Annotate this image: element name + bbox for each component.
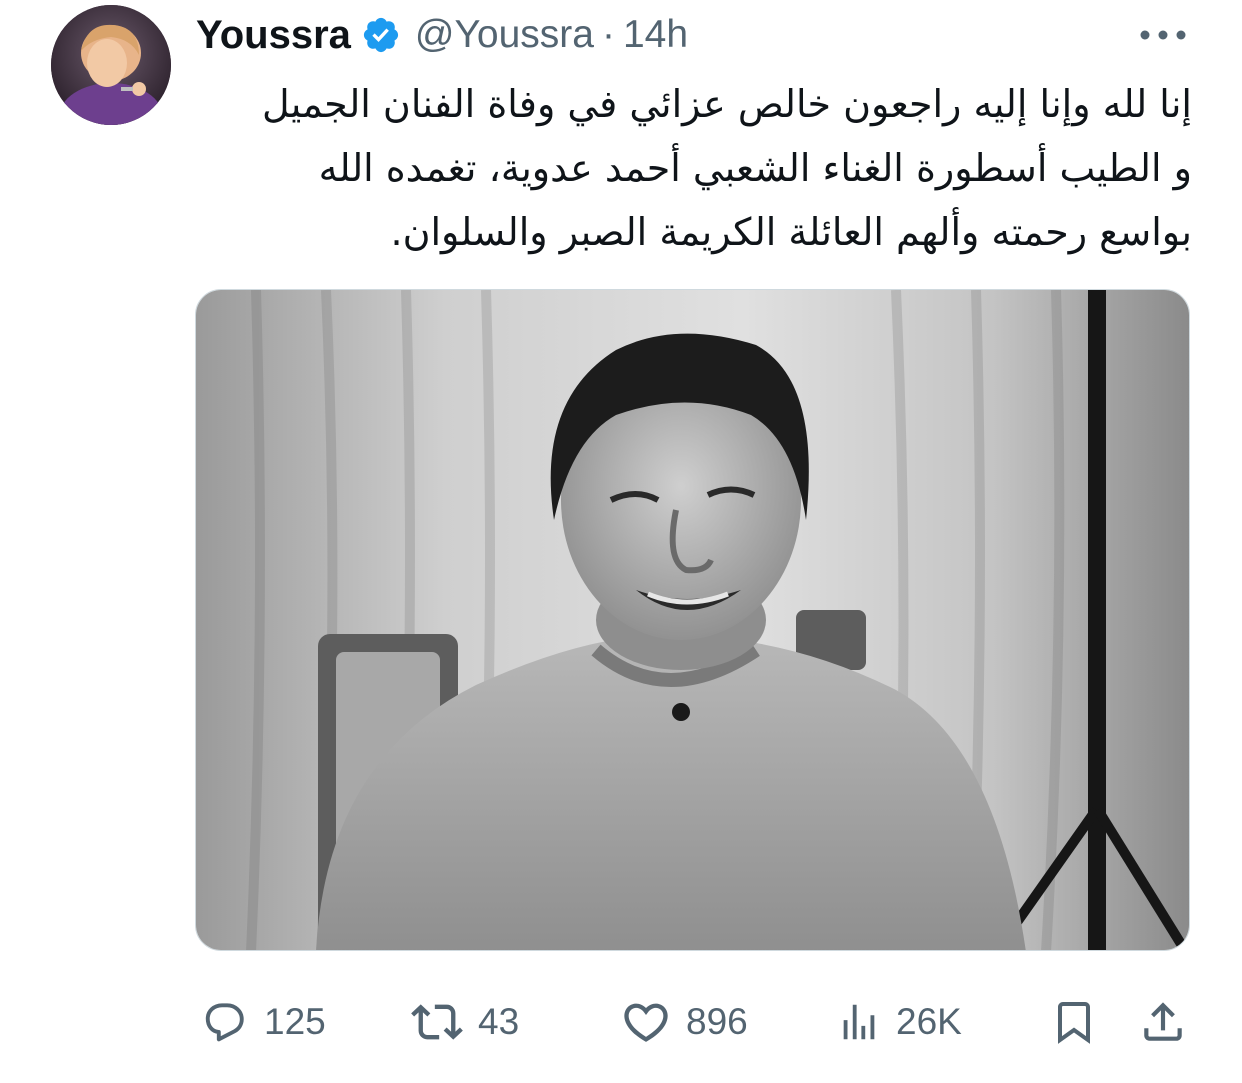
repost-count: 43: [478, 1001, 520, 1042]
repost-button[interactable]: 43: [410, 992, 519, 1052]
views-button[interactable]: 26K: [836, 992, 962, 1052]
tweet-photo[interactable]: [195, 289, 1190, 951]
tweet-text-line: و الطيب أسطورة الغناء الشعبي أحمد عدوية،…: [318, 146, 1192, 190]
bookmark-icon: [1058, 1002, 1090, 1044]
reply-button[interactable]: 125: [198, 992, 326, 1052]
bookmark-button[interactable]: [1050, 992, 1098, 1052]
share-icon: [1144, 1002, 1182, 1041]
like-button[interactable]: 896: [620, 992, 748, 1052]
tweet-text: إنا لله وإنا إليه راجعون خالص عزائي في و…: [196, 72, 1192, 264]
like-icon: [624, 1003, 668, 1042]
tweet-text-line: إنا لله وإنا إليه راجعون خالص عزائي في و…: [261, 82, 1192, 126]
tweet-text-line: بواسع رحمته وألهم العائلة الكريمة الصبر …: [390, 210, 1193, 254]
tweet-actions: 125 43 896 26K: [0, 992, 1242, 1052]
share-button[interactable]: [1138, 992, 1188, 1052]
timestamp[interactable]: 14h: [623, 13, 688, 57]
separator-dot: ·: [601, 13, 615, 56]
verified-badge-icon[interactable]: [361, 15, 401, 55]
reply-count: 125: [264, 1001, 326, 1042]
author-handle[interactable]: @Youssra: [415, 13, 594, 57]
views-icon: [843, 1004, 875, 1040]
tweet-header: Youssra @Youssra · 14h: [196, 10, 688, 60]
avatar-photo: [51, 5, 171, 125]
repost-icon: [411, 1004, 463, 1040]
like-count: 896: [686, 1001, 748, 1042]
avatar[interactable]: [51, 5, 171, 125]
reply-icon: [205, 1003, 244, 1042]
views-count: 26K: [896, 1001, 962, 1042]
portrait-photo: [196, 290, 1189, 950]
display-name[interactable]: Youssra: [196, 13, 351, 58]
more-options-icon[interactable]: [1138, 20, 1188, 50]
